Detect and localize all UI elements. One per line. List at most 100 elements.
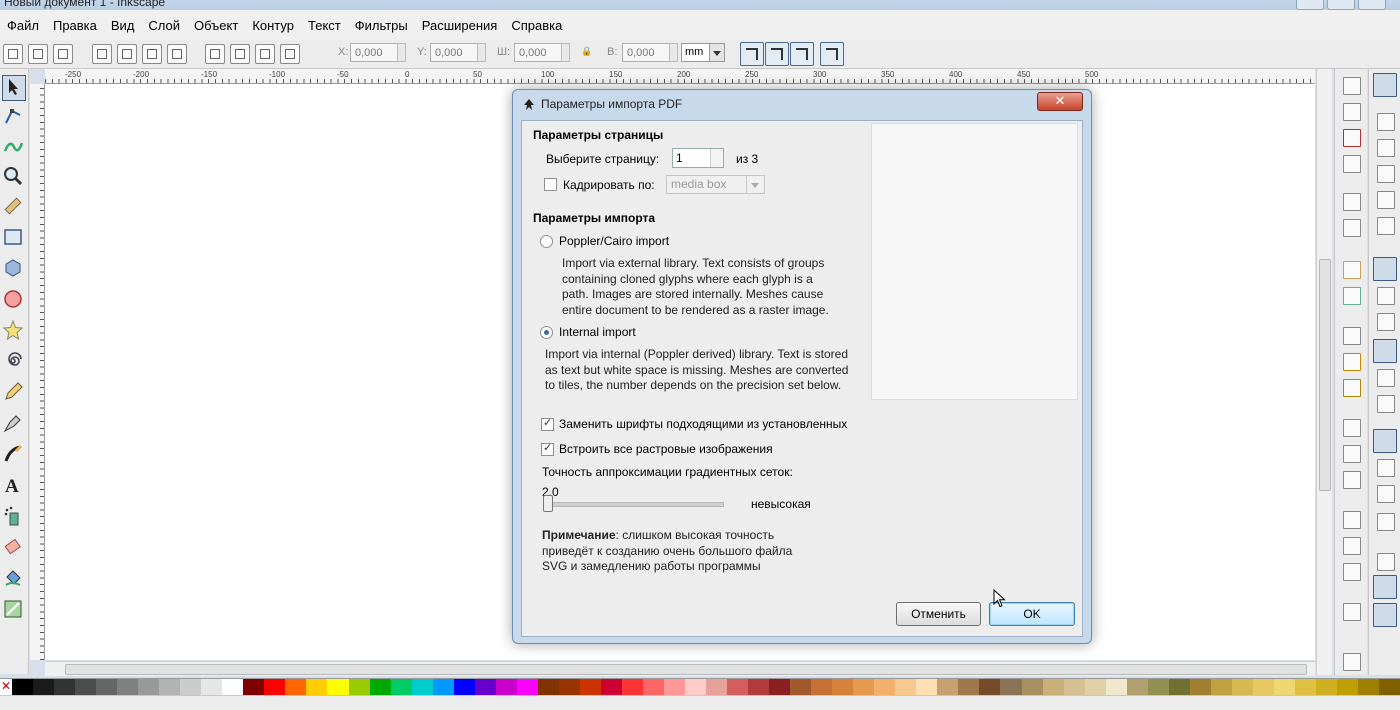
color-swatch[interactable] — [958, 679, 980, 695]
color-swatch[interactable] — [1000, 679, 1022, 695]
color-swatch[interactable] — [642, 679, 664, 695]
tweak-tool-icon[interactable] — [2, 135, 24, 159]
menu-layer[interactable]: Слой — [141, 18, 187, 33]
color-swatch[interactable] — [874, 679, 896, 695]
color-swatch[interactable] — [1252, 679, 1274, 695]
color-swatch[interactable] — [1379, 679, 1400, 695]
scale-stroke-toggle[interactable] — [740, 42, 764, 66]
color-swatch[interactable] — [327, 679, 349, 695]
import-icon[interactable] — [1343, 193, 1361, 211]
color-swatch[interactable] — [1084, 679, 1106, 695]
snap-bbox-center-icon[interactable] — [1377, 217, 1395, 235]
color-swatch[interactable] — [1147, 679, 1169, 695]
snap-midpoint-icon[interactable] — [1377, 395, 1395, 413]
horizontal-scrollbar[interactable] — [45, 661, 1315, 676]
scale-corners-toggle[interactable] — [765, 42, 789, 66]
internal-import-radio[interactable] — [540, 326, 553, 339]
color-swatch[interactable] — [979, 679, 1001, 695]
color-swatch[interactable] — [201, 679, 223, 695]
menu-text[interactable]: Текст — [301, 18, 348, 33]
scroll-thumb[interactable] — [65, 664, 1307, 675]
color-swatch[interactable] — [748, 679, 770, 695]
menu-extensions[interactable]: Расширения — [415, 18, 505, 33]
color-swatch[interactable] — [222, 679, 244, 695]
snap-center-icon[interactable] — [1377, 459, 1395, 477]
snap-bbox-icon[interactable] — [1377, 113, 1395, 131]
save-icon[interactable] — [1343, 129, 1361, 147]
color-swatch[interactable] — [285, 679, 307, 695]
settings-icon[interactable] — [1343, 653, 1361, 671]
color-swatch[interactable] — [1126, 679, 1148, 695]
copy-icon[interactable] — [1343, 327, 1361, 345]
menu-path[interactable]: Контур — [245, 18, 301, 33]
flip-horizontal-icon[interactable] — [142, 44, 162, 64]
scroll-thumb[interactable] — [1319, 259, 1331, 491]
w-spinner[interactable] — [561, 43, 570, 62]
raise-to-top-icon[interactable] — [205, 44, 225, 64]
color-swatch[interactable] — [937, 679, 959, 695]
snap-path-icon[interactable] — [1377, 287, 1395, 305]
raise-icon[interactable] — [230, 44, 250, 64]
color-swatch[interactable] — [916, 679, 938, 695]
spray-tool-icon[interactable] — [2, 505, 24, 529]
menu-filters[interactable]: Фильтры — [348, 18, 415, 33]
rect-tool-icon[interactable] — [2, 226, 24, 250]
color-swatch[interactable] — [1231, 679, 1253, 695]
node-tool-icon[interactable] — [2, 105, 24, 129]
vertical-scrollbar[interactable] — [1316, 69, 1332, 675]
color-swatch[interactable] — [600, 679, 622, 695]
page-number-spinner[interactable]: 1 — [672, 148, 724, 168]
color-swatch[interactable] — [579, 679, 601, 695]
close-window-button[interactable] — [1358, 0, 1386, 10]
color-swatch[interactable] — [75, 679, 97, 695]
color-swatch[interactable] — [348, 679, 370, 695]
precision-slider-thumb[interactable] — [543, 495, 553, 512]
lower-to-bottom-icon[interactable] — [280, 44, 300, 64]
open-icon[interactable] — [1343, 103, 1361, 121]
y-spinner[interactable] — [477, 43, 486, 62]
print-icon[interactable] — [1343, 155, 1361, 173]
color-swatch[interactable] — [390, 679, 412, 695]
precision-slider-track[interactable] — [544, 502, 724, 507]
clone-icon[interactable] — [1343, 537, 1361, 555]
w-field[interactable]: 0,000 — [514, 43, 566, 62]
color-swatch[interactable] — [453, 679, 475, 695]
menu-edit[interactable]: Правка — [46, 18, 104, 33]
color-swatch[interactable] — [537, 679, 559, 695]
color-swatch[interactable] — [663, 679, 685, 695]
gradient-tool-icon[interactable] — [2, 598, 24, 622]
pen-tool-icon[interactable] — [2, 412, 24, 436]
zoom-tool-icon[interactable] — [2, 165, 24, 189]
duplicate-icon[interactable] — [1343, 511, 1361, 529]
undo-icon[interactable] — [1343, 261, 1361, 279]
x-field[interactable]: 0,000 — [350, 43, 402, 62]
color-swatch[interactable] — [853, 679, 875, 695]
color-swatch[interactable] — [1315, 679, 1337, 695]
color-swatch[interactable] — [1294, 679, 1316, 695]
snap-enable-icon[interactable] — [1373, 73, 1397, 97]
select-all-layers-icon[interactable] — [28, 44, 48, 64]
color-swatch[interactable] — [1336, 679, 1358, 695]
snap-bbox-edge-icon[interactable] — [1377, 139, 1395, 157]
poppler-cairo-radio[interactable] — [540, 235, 553, 248]
color-swatch[interactable] — [12, 679, 34, 695]
rotate-ccw-icon[interactable] — [92, 44, 112, 64]
eraser-tool-icon[interactable] — [2, 536, 24, 560]
zoom-drawing-icon[interactable] — [1343, 445, 1361, 463]
menu-view[interactable]: Вид — [104, 18, 142, 33]
calligraphy-tool-icon[interactable] — [2, 443, 24, 467]
color-swatch[interactable] — [1063, 679, 1085, 695]
color-swatch[interactable] — [264, 679, 286, 695]
move-gradients-toggle[interactable] — [790, 42, 814, 66]
cut-icon[interactable] — [1343, 353, 1361, 371]
spiral-tool-icon[interactable] — [2, 350, 24, 374]
lower-icon[interactable] — [255, 44, 275, 64]
unit-select[interactable]: mm — [681, 43, 725, 62]
h-field[interactable]: 0,000 — [622, 43, 674, 62]
color-swatch[interactable] — [495, 679, 517, 695]
color-swatch[interactable] — [1210, 679, 1232, 695]
color-swatch[interactable] — [516, 679, 538, 695]
bucket-tool-icon[interactable] — [2, 567, 24, 591]
color-swatch[interactable] — [369, 679, 391, 695]
color-swatch[interactable] — [432, 679, 454, 695]
